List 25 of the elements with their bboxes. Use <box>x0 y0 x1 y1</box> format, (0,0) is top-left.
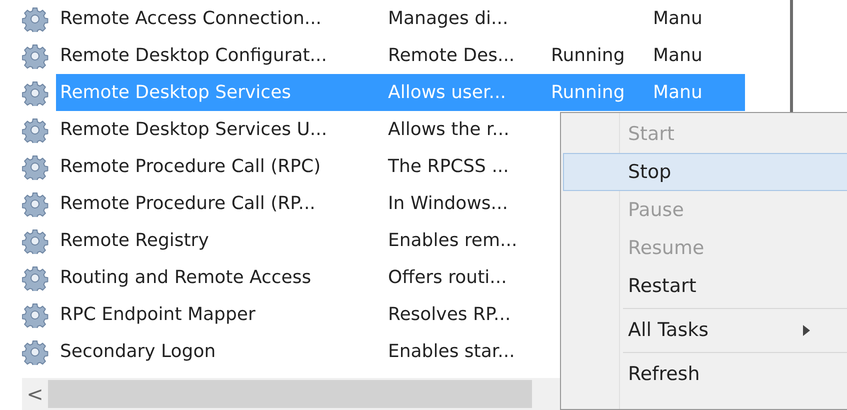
service-name: Routing and Remote Access <box>59 267 312 288</box>
startup-type: Manu <box>652 45 704 66</box>
service-description: Enables star... <box>387 341 516 362</box>
service-description: In Windows... <box>387 193 509 214</box>
service-description: Allows the r... <box>387 119 510 140</box>
service-name: Remote Desktop Configurat... <box>59 45 328 66</box>
startup-type: Manu <box>649 74 745 111</box>
service-description: Enables rem... <box>387 230 518 251</box>
service-name: Remote Procedure Call (RPC) <box>59 156 322 177</box>
service-description: Resolves RP... <box>387 304 512 325</box>
service-description: Remote Des... <box>387 45 516 66</box>
service-description: Allows user... <box>384 74 547 111</box>
service-name: Remote Desktop Services U... <box>59 119 328 140</box>
service-status: Running <box>547 74 649 111</box>
startup-type: Manu <box>652 8 704 29</box>
service-description: Offers routi... <box>387 267 508 288</box>
service-name: Remote Procedure Call (RP... <box>59 193 316 214</box>
service-name: Secondary Logon <box>59 341 217 362</box>
service-description: Manages di... <box>387 8 510 29</box>
service-name: Remote Registry <box>59 230 210 251</box>
service-name: Remote Desktop Services <box>56 74 384 111</box>
service-name: Remote Access Connection... <box>59 8 323 29</box>
service-status: Running <box>550 45 626 66</box>
service-description: The RPCSS ... <box>387 156 510 177</box>
service-name: RPC Endpoint Mapper <box>59 304 256 325</box>
